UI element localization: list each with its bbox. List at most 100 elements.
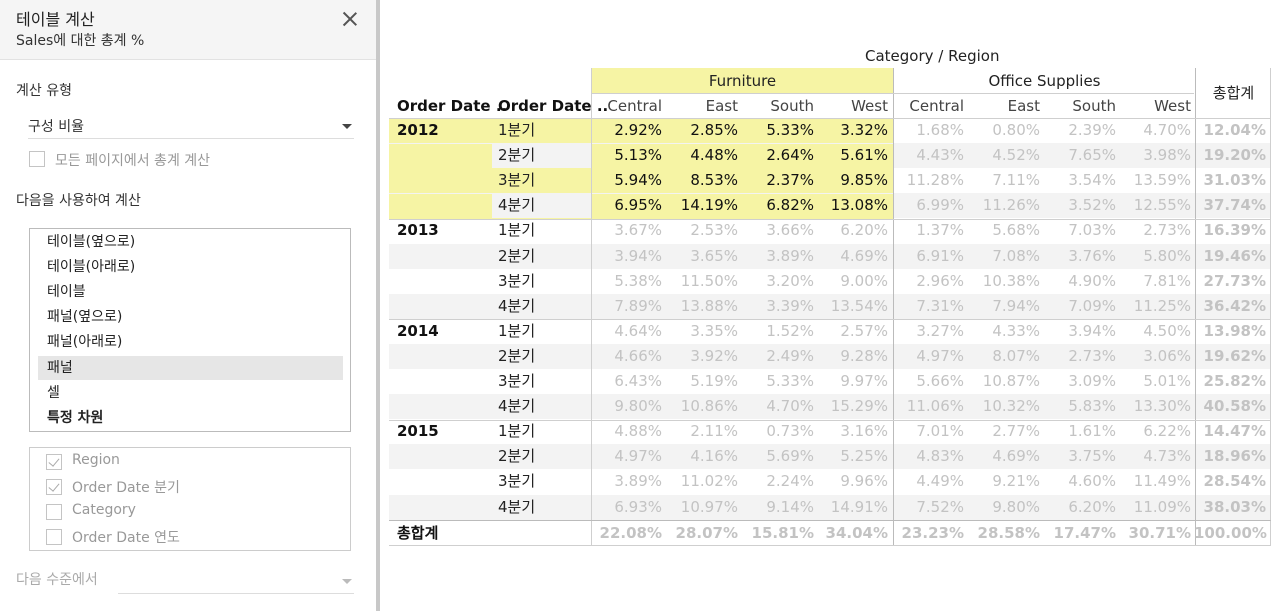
row-total-cell[interactable]: 13.98% (1196, 319, 1266, 344)
table-cell[interactable]: 2.73% (1046, 344, 1116, 369)
table-cell[interactable]: 4.73% (1121, 444, 1191, 469)
region-header[interactable]: West (818, 94, 888, 119)
table-cell[interactable]: 1.37% (894, 218, 964, 243)
region-header[interactable]: East (970, 94, 1040, 119)
table-cell[interactable]: 4.97% (592, 444, 662, 469)
dimension-checkbox[interactable] (46, 529, 62, 545)
table-cell[interactable]: 11.09% (1121, 495, 1191, 520)
table-cell[interactable]: 9.21% (970, 469, 1040, 494)
table-cell[interactable]: 10.87% (970, 369, 1040, 394)
level-dropdown[interactable] (118, 569, 354, 594)
table-cell[interactable]: 2.57% (818, 319, 888, 344)
table-cell[interactable]: 3.06% (1121, 344, 1191, 369)
quarter-label[interactable]: 2분기 (498, 344, 535, 369)
table-cell[interactable]: 2.53% (668, 218, 738, 243)
table-cell[interactable]: 6.20% (818, 218, 888, 243)
table-cell[interactable]: 3.94% (592, 244, 662, 269)
row-total-cell[interactable]: 19.46% (1196, 244, 1266, 269)
table-cell[interactable]: 3.32% (818, 118, 888, 143)
close-icon[interactable] (340, 9, 360, 29)
grand-total-cell[interactable]: 28.07% (668, 521, 738, 546)
table-cell[interactable]: 2.39% (1046, 118, 1116, 143)
year-label[interactable]: 2012 (397, 118, 439, 143)
grand-total-cell[interactable]: 23.23% (894, 521, 964, 546)
table-cell[interactable]: 11.25% (1121, 294, 1191, 319)
table-cell[interactable]: 7.89% (592, 294, 662, 319)
table-cell[interactable]: 1.52% (744, 319, 814, 344)
quarter-label[interactable]: 3분기 (498, 269, 535, 294)
table-cell[interactable]: 5.33% (744, 369, 814, 394)
table-cell[interactable]: 10.32% (970, 394, 1040, 419)
compute-using-listbox[interactable]: 테이블(옆으로) 테이블(아래로) 테이블 패널(옆으로) 패널(아래로) 패널 셀 특정 차… (29, 228, 351, 432)
table-cell[interactable]: 2.92% (592, 118, 662, 143)
table-cell[interactable]: 6.82% (744, 193, 814, 218)
row-total-cell[interactable]: 19.20% (1196, 143, 1266, 168)
compute-option[interactable]: 패널 (38, 355, 343, 380)
table-cell[interactable]: 2.85% (668, 118, 738, 143)
table-cell[interactable]: 5.80% (1121, 244, 1191, 269)
table-cell[interactable]: 4.48% (668, 143, 738, 168)
quarter-label[interactable]: 3분기 (498, 168, 535, 193)
all-pages-checkbox[interactable] (29, 151, 45, 167)
table-cell[interactable]: 3.67% (592, 218, 662, 243)
quarter-label[interactable]: 1분기 (498, 218, 535, 243)
table-cell[interactable]: 3.35% (668, 319, 738, 344)
table-cell[interactable]: 14.91% (818, 495, 888, 520)
compute-option[interactable]: 테이블(옆으로) (38, 230, 343, 254)
compute-option[interactable]: 특정 차원 (38, 406, 343, 430)
quarter-label[interactable]: 2분기 (498, 244, 535, 269)
table-cell[interactable]: 9.80% (970, 495, 1040, 520)
grand-total-cell[interactable]: 15.81% (744, 521, 814, 546)
quarter-label[interactable]: 4분기 (498, 394, 535, 419)
table-cell[interactable]: 9.96% (818, 469, 888, 494)
table-cell[interactable]: 4.90% (1046, 269, 1116, 294)
region-header[interactable]: Central (592, 94, 662, 119)
table-cell[interactable]: 4.70% (1121, 118, 1191, 143)
table-cell[interactable]: 2.49% (744, 344, 814, 369)
table-cell[interactable]: 5.25% (818, 444, 888, 469)
quarter-label[interactable]: 3분기 (498, 369, 535, 394)
row-total-cell[interactable]: 14.47% (1196, 419, 1266, 444)
table-cell[interactable]: 11.28% (894, 168, 964, 193)
table-cell[interactable]: 7.65% (1046, 143, 1116, 168)
table-cell[interactable]: 3.75% (1046, 444, 1116, 469)
quarter-label[interactable]: 2분기 (498, 143, 535, 168)
quarter-label[interactable]: 4분기 (498, 294, 535, 319)
table-cell[interactable]: 13.30% (1121, 394, 1191, 419)
table-cell[interactable]: 4.70% (744, 394, 814, 419)
calc-type-dropdown[interactable]: 구성 비율 (28, 114, 354, 139)
table-cell[interactable]: 4.49% (894, 469, 964, 494)
table-cell[interactable]: 10.86% (668, 394, 738, 419)
table-cell[interactable]: 3.39% (744, 294, 814, 319)
table-cell[interactable]: 2.37% (744, 168, 814, 193)
table-cell[interactable]: 5.69% (744, 444, 814, 469)
table-cell[interactable]: 11.02% (668, 469, 738, 494)
table-cell[interactable]: 5.13% (592, 143, 662, 168)
table-cell[interactable]: 6.20% (1046, 495, 1116, 520)
table-cell[interactable]: 7.94% (970, 294, 1040, 319)
compute-option[interactable]: 테이블(아래로) (38, 255, 343, 279)
table-cell[interactable]: 9.00% (818, 269, 888, 294)
table-cell[interactable]: 2.96% (894, 269, 964, 294)
table-cell[interactable]: 3.54% (1046, 168, 1116, 193)
table-cell[interactable]: 5.38% (592, 269, 662, 294)
table-cell[interactable]: 7.52% (894, 495, 964, 520)
year-label[interactable]: 2014 (397, 319, 439, 344)
grand-total-cell[interactable]: 17.47% (1046, 521, 1116, 546)
table-cell[interactable]: 5.61% (818, 143, 888, 168)
table-cell[interactable]: 5.01% (1121, 369, 1191, 394)
table-cell[interactable]: 7.08% (970, 244, 1040, 269)
row-total-cell[interactable]: 19.62% (1196, 344, 1266, 369)
table-cell[interactable]: 6.95% (592, 193, 662, 218)
row-total-cell[interactable]: 31.03% (1196, 168, 1266, 193)
table-cell[interactable]: 10.97% (668, 495, 738, 520)
region-header[interactable]: South (744, 94, 814, 119)
region-header[interactable]: Central (894, 94, 964, 119)
table-cell[interactable]: 3.65% (668, 244, 738, 269)
table-cell[interactable]: 6.43% (592, 369, 662, 394)
row-total-cell[interactable]: 28.54% (1196, 469, 1266, 494)
dimension-checkbox[interactable] (46, 479, 62, 495)
row-total-cell[interactable]: 36.42% (1196, 294, 1266, 319)
table-cell[interactable]: 13.88% (668, 294, 738, 319)
table-cell[interactable]: 13.59% (1121, 168, 1191, 193)
